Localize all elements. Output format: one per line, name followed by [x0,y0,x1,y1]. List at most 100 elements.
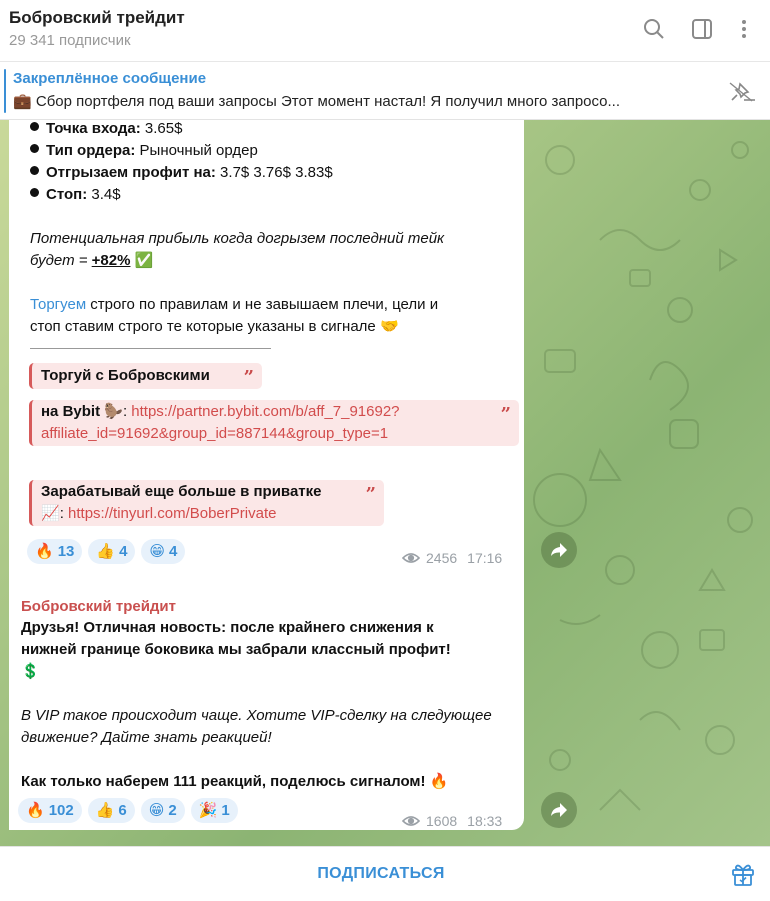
pinned-title: Закреплённое сообщение [13,70,207,87]
eye-icon [402,816,420,826]
subscribe-button[interactable]: ПОДПИСАТЬСЯ [0,865,762,883]
quote-title: Торгуй с Бобровскими [41,367,210,384]
message-author[interactable]: Бобровский трейдит [21,596,176,618]
bullet-dot [30,144,39,153]
reaction-count: 4 [169,542,178,560]
share-button[interactable] [541,792,577,828]
pinned-message[interactable]: Закреплённое сообщение 💼 Сбор портфеля п… [0,62,770,120]
bullet-dot [30,122,39,131]
text-line: В VIP такое происходит чаще. Хотите VIP-… [21,707,492,724]
colon: : [59,505,64,522]
bullet-label: Стоп: [46,186,88,203]
gift-icon[interactable] [730,861,756,887]
rules-text: стоп ставим строго те которые указаны в … [30,318,376,335]
quote-mark-icon: ” [365,484,376,505]
pinned-accent-bar [4,69,6,113]
reaction-count: 1 [221,801,230,819]
pinned-text: 💼 Сбор портфеля под ваши запросы Этот мо… [13,92,703,110]
rules-line-1: Торгуем строго по правилам и не завышаем… [30,294,438,316]
trade-hashtag-link[interactable]: Торгуем [30,296,86,313]
bullet-label: Тип ордера: [46,142,136,159]
private-link-line: 📈: https://tinyurl.com/BoberPrivate [41,503,276,525]
quote-mark-icon: ” [243,367,254,388]
reaction-thumbs-up[interactable]: 👍 6 [87,798,135,823]
final-text: Как только наберем 111 реакций, поделюсь… [21,773,426,790]
potential-profit-value-line: будет = +82% ✅ [30,250,153,272]
bullet-dot [30,166,39,175]
share-icon [551,543,567,557]
message-meta: 2456 17:16 [402,547,502,569]
share-icon [551,803,567,817]
reaction-count: 6 [118,801,127,819]
reaction-fire[interactable]: 🔥 13 [27,539,83,564]
more-icon[interactable] [732,17,756,41]
share-button[interactable] [541,532,577,568]
bullet-value: 3.65$ [140,120,183,137]
chart-up-icon: 📈 [41,505,60,522]
private-title: Зарабатывай еще больше в приватке [41,483,322,500]
message-body: Друзья! Отличная новость: после крайнего… [21,617,516,793]
bullet-value: 3.7$ 3.76$ 3.83$ [215,164,333,181]
subscriber-count: 29 341 подписчик [9,32,131,49]
search-icon[interactable] [642,17,666,41]
bybit-link[interactable]: https://partner.bybit.com/b/aff_7_91692? [131,403,399,420]
rules-line-2: стоп ставим строго те которые указаны в … [30,316,399,338]
text-line: нижней границе боковика мы забрали класс… [21,641,451,658]
order-type-line: Тип ордера: Рыночный ордер [30,140,258,162]
message-meta: 1608 18:33 [402,810,502,832]
footer-bar: ПОДПИСАТЬСЯ [0,846,770,901]
text-line: Как только наберем 111 реакций, поделюсь… [21,771,516,793]
reactions-bar: 🔥 13 👍 4 😁 4 [27,539,186,564]
reaction-thumbs-up[interactable]: 👍 4 [88,539,136,564]
view-count: 1608 [426,813,458,829]
reaction-count: 2 [168,801,177,819]
channel-header[interactable]: Бобровский трейдит 29 341 подписчик [0,0,770,62]
divider [30,348,271,349]
fire-icon: 🔥 [26,801,45,819]
thumbs-up-icon: 👍 [96,542,116,560]
bullet-label: Точка входа: [46,120,141,137]
potential-prefix: будет = [30,252,92,269]
bullet-value: 3.4$ [87,186,121,203]
colon: : [122,403,128,420]
reaction-grin[interactable]: 😁 4 [141,539,186,564]
quote-block-private[interactable]: Зарабатывай еще больше в приватке 📈: htt… [29,480,384,526]
message-time: 17:16 [467,550,503,566]
view-count: 2456 [426,550,458,566]
fire-icon: 🔥 [35,542,54,560]
reaction-grin[interactable]: 😁 2 [140,798,185,823]
pinned-preview: Сбор портфеля под ваши запросы Этот моме… [35,93,621,110]
message-time: 18:33 [467,813,503,829]
unpin-icon[interactable] [728,80,758,104]
bybit-link-cont[interactable]: affiliate_id=91692&group_id=887144&group… [41,423,388,445]
fire-icon: 🔥 [429,773,449,790]
reaction-party[interactable]: 🎉 1 [190,798,238,823]
reaction-count: 13 [57,542,75,560]
sidebar-toggle-icon[interactable] [690,17,714,41]
dollar-icon: 💲 [21,663,40,680]
stop-line: Стоп: 3.4$ [30,184,121,206]
reaction-count: 4 [119,542,128,560]
quote-mark-icon: ” [500,404,511,425]
party-popper-icon: 🎉 [198,801,218,819]
bybit-line: на Bybit 🦫: https://partner.bybit.com/b/… [41,401,400,423]
message-bubble[interactable]: Бобровский трейдит Друзья! Отличная ново… [9,584,524,830]
thumbs-up-icon: 👍 [95,801,115,819]
bullet-value: Рыночный ордер [135,142,258,159]
reaction-fire[interactable]: 🔥 102 [18,798,82,823]
briefcase-icon: 💼 [13,93,32,110]
bullet-dot [30,188,39,197]
quote-block-bybit[interactable]: на Bybit 🦫: https://partner.bybit.com/b/… [29,400,519,446]
potential-profit-line: Потенциальная прибыль когда догрызем пос… [30,230,445,247]
bullet-label: Отгрызаем профит на: [46,164,216,181]
reaction-count: 102 [48,801,74,819]
text-line: движение? Дайте знать реакцией! [21,729,272,746]
reactions-bar: 🔥 102 👍 6 😁 2 🎉 1 [18,798,238,823]
quote-block[interactable]: Торгуй с Бобровскими ” [29,363,262,389]
grin-icon: 😁 [148,801,165,819]
channel-title[interactable]: Бобровский трейдит [9,8,185,28]
handshake-icon: 🤝 [379,318,399,335]
private-link[interactable]: https://tinyurl.com/BoberPrivate [68,505,276,522]
chat-area[interactable]: Точка входа: 3.65$ Тип ордера: Рыночный … [0,120,770,846]
